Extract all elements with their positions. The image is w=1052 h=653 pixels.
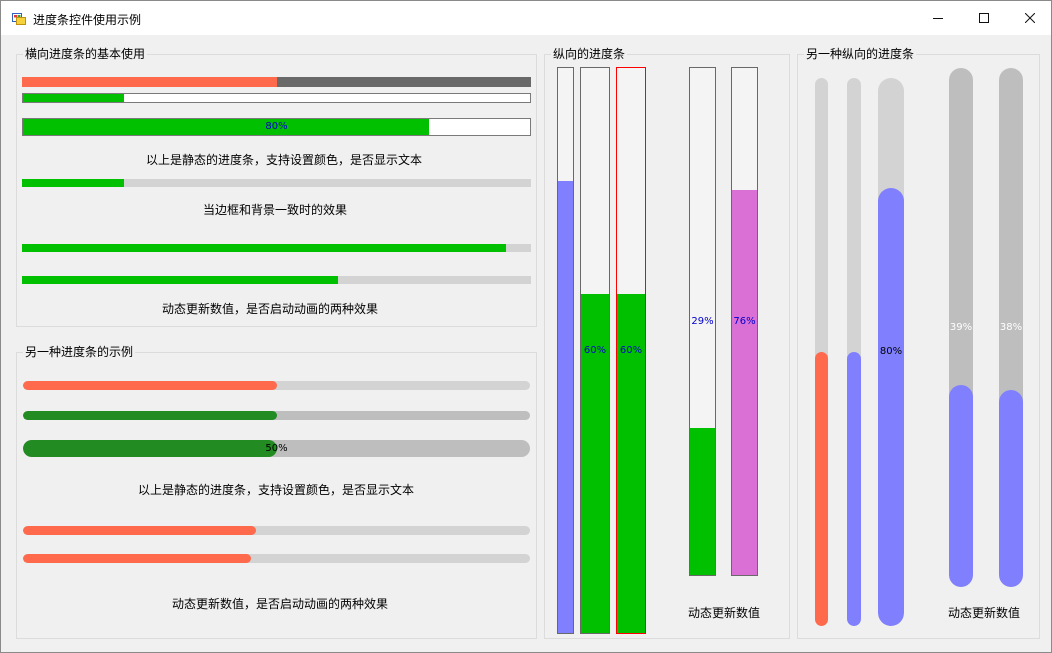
rounded-progress-bar	[23, 526, 530, 535]
progress-label: 60%	[583, 344, 607, 356]
progress-label: 80%	[265, 121, 288, 132]
progress-fill	[22, 244, 506, 252]
progress-label: 76%	[733, 315, 756, 327]
caption-dynamic: 动态更新数值，是否启动动画的两种效果	[161, 302, 379, 316]
group-title: 另一种进度条的示例	[23, 345, 136, 359]
horizontal-progress-bar: 80%	[22, 118, 531, 136]
progress-label: 80%	[879, 346, 903, 357]
horizontal-progress-bar	[22, 276, 531, 284]
progress-fill	[732, 189, 757, 575]
vertical-progress-bar	[557, 67, 574, 634]
progress-fill	[23, 94, 125, 102]
rounded-vertical-progress-bar	[847, 78, 861, 626]
progress-fill	[23, 119, 429, 135]
group-title: 横向进度条的基本使用	[23, 47, 148, 61]
progress-fill	[23, 554, 252, 563]
horizontal-progress-bar	[22, 244, 531, 252]
vertical-progress-bar: 60%	[580, 67, 610, 634]
rounded-progress-bar	[23, 554, 530, 563]
group-title: 纵向的进度条	[551, 47, 628, 61]
rounded-progress-bar	[23, 381, 530, 390]
minimize-button[interactable]	[915, 1, 961, 35]
progress-fill	[847, 352, 861, 626]
progress-label: 29%	[691, 315, 714, 327]
horizontal-progress-bar	[22, 77, 531, 87]
progress-fill	[23, 526, 257, 535]
rounded-vertical-progress-bar: 39%	[949, 68, 973, 587]
progress-fill	[23, 411, 277, 420]
progress-fill	[999, 389, 1023, 587]
progress-fill	[23, 440, 277, 457]
rounded-vertical-progress-bar	[815, 78, 828, 626]
progress-fill	[22, 77, 277, 87]
caption-dynamic: 动态更新数值，是否启动动画的两种效果	[171, 597, 389, 611]
caption-border: 当边框和背景一致时的效果	[202, 203, 348, 217]
close-button[interactable]	[1007, 1, 1052, 35]
progress-label: 38%	[999, 321, 1023, 333]
vertical-progress-bar: 29%	[689, 67, 716, 576]
rounded-progress-bar: 50%	[23, 440, 530, 457]
progress-fill	[22, 179, 124, 187]
progress-fill	[690, 427, 715, 575]
horizontal-progress-bar	[22, 179, 531, 187]
progress-fill	[22, 276, 338, 284]
rounded-progress-bar	[23, 411, 530, 420]
progress-fill	[878, 187, 904, 626]
progress-label: 50%	[265, 442, 288, 454]
group-title: 另一种纵向的进度条	[804, 47, 917, 61]
progress-fill	[949, 384, 973, 587]
vertical-progress-bar: 60%	[616, 67, 646, 634]
window-title: 进度条控件使用示例	[33, 13, 142, 27]
progress-fill	[558, 181, 573, 633]
caption-static: 以上是静态的进度条，支持设置颜色，是否显示文本	[137, 483, 415, 497]
progress-fill	[815, 352, 828, 626]
caption-static: 以上是静态的进度条，支持设置颜色，是否显示文本	[145, 153, 423, 167]
title-bar[interactable]: 进度条控件使用示例	[1, 1, 1051, 35]
caption-dynamic: 动态更新数值	[947, 606, 1021, 620]
horizontal-progress-bar	[22, 93, 531, 103]
app-icon	[12, 11, 26, 25]
caption-dynamic: 动态更新数值	[687, 606, 761, 620]
app-window: 进度条控件使用示例 横向进度条的基本使用 以上是静态的进度条，支持设置颜色，是否…	[0, 0, 1052, 653]
minimize-icon	[933, 13, 943, 23]
progress-label: 60%	[619, 344, 643, 356]
rounded-vertical-progress-bar: 38%	[999, 68, 1023, 587]
maximize-button[interactable]	[961, 1, 1007, 35]
progress-label: 39%	[949, 321, 973, 333]
rounded-vertical-progress-bar: 80%	[878, 78, 904, 626]
progress-fill	[23, 381, 277, 390]
close-icon	[1025, 13, 1035, 23]
maximize-icon	[979, 13, 989, 23]
vertical-progress-bar: 76%	[731, 67, 758, 576]
